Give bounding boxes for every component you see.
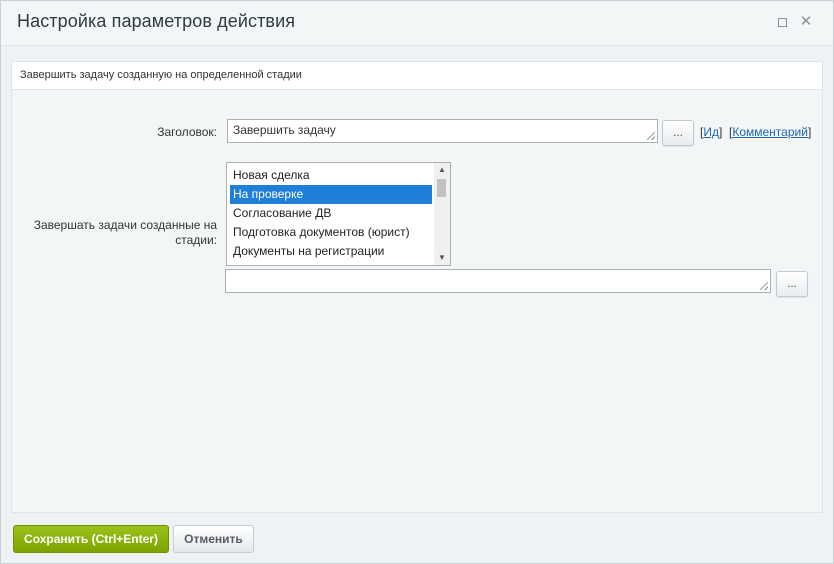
stage-extra-input[interactable]: [225, 269, 771, 293]
comment-link-wrap: [Комментарий]: [729, 125, 812, 139]
dialog-content: Завершить задачу созданную на определенн…: [11, 61, 823, 513]
dialog-titlebar[interactable]: Настройка параметров действия ✕: [1, 1, 833, 46]
comment-link[interactable]: Комментарий: [732, 125, 808, 139]
resize-grip-icon[interactable]: [760, 282, 768, 290]
maximize-icon[interactable]: [775, 15, 789, 29]
title-label: Заголовок:: [157, 125, 217, 139]
scroll-up-icon[interactable]: ▲: [434, 163, 450, 177]
dialog-title: Настройка параметров действия: [17, 11, 296, 31]
action-settings-dialog: Настройка параметров действия ✕ Завершит…: [0, 0, 834, 564]
stage-listbox[interactable]: Новая сделка На проверке Согласование ДВ…: [226, 162, 451, 266]
stage-option-approval[interactable]: Согласование ДВ: [230, 204, 432, 223]
stage-option-new-deal[interactable]: Новая сделка: [230, 166, 432, 185]
title-picker-button[interactable]: ...: [662, 120, 694, 146]
stage-option-registration[interactable]: Документы на регистрации: [230, 242, 432, 261]
title-input-value: Завершить задачу: [233, 123, 336, 137]
id-link[interactable]: Ид: [703, 125, 719, 139]
scroll-down-icon[interactable]: ▼: [434, 251, 450, 265]
section-header: Завершить задачу созданную на определенн…: [12, 62, 822, 90]
listbox-scrollbar[interactable]: ▲ ▼: [434, 163, 450, 265]
stage-label: Завершать задачи созданные на стадии:: [33, 218, 217, 247]
close-icon[interactable]: ✕: [799, 14, 813, 29]
stage-option-review[interactable]: На проверке: [230, 185, 432, 204]
save-button[interactable]: Сохранить (Ctrl+Enter): [13, 525, 169, 553]
id-link-wrap: [Ид]: [700, 125, 723, 139]
title-input[interactable]: Завершить задачу: [227, 119, 658, 143]
stage-option-doc-prep[interactable]: Подготовка документов (юрист): [230, 223, 432, 242]
cancel-button[interactable]: Отменить: [173, 525, 254, 553]
scroll-thumb[interactable]: [437, 179, 446, 197]
resize-grip-icon[interactable]: [647, 132, 655, 140]
stage-picker-button[interactable]: ...: [776, 271, 808, 297]
